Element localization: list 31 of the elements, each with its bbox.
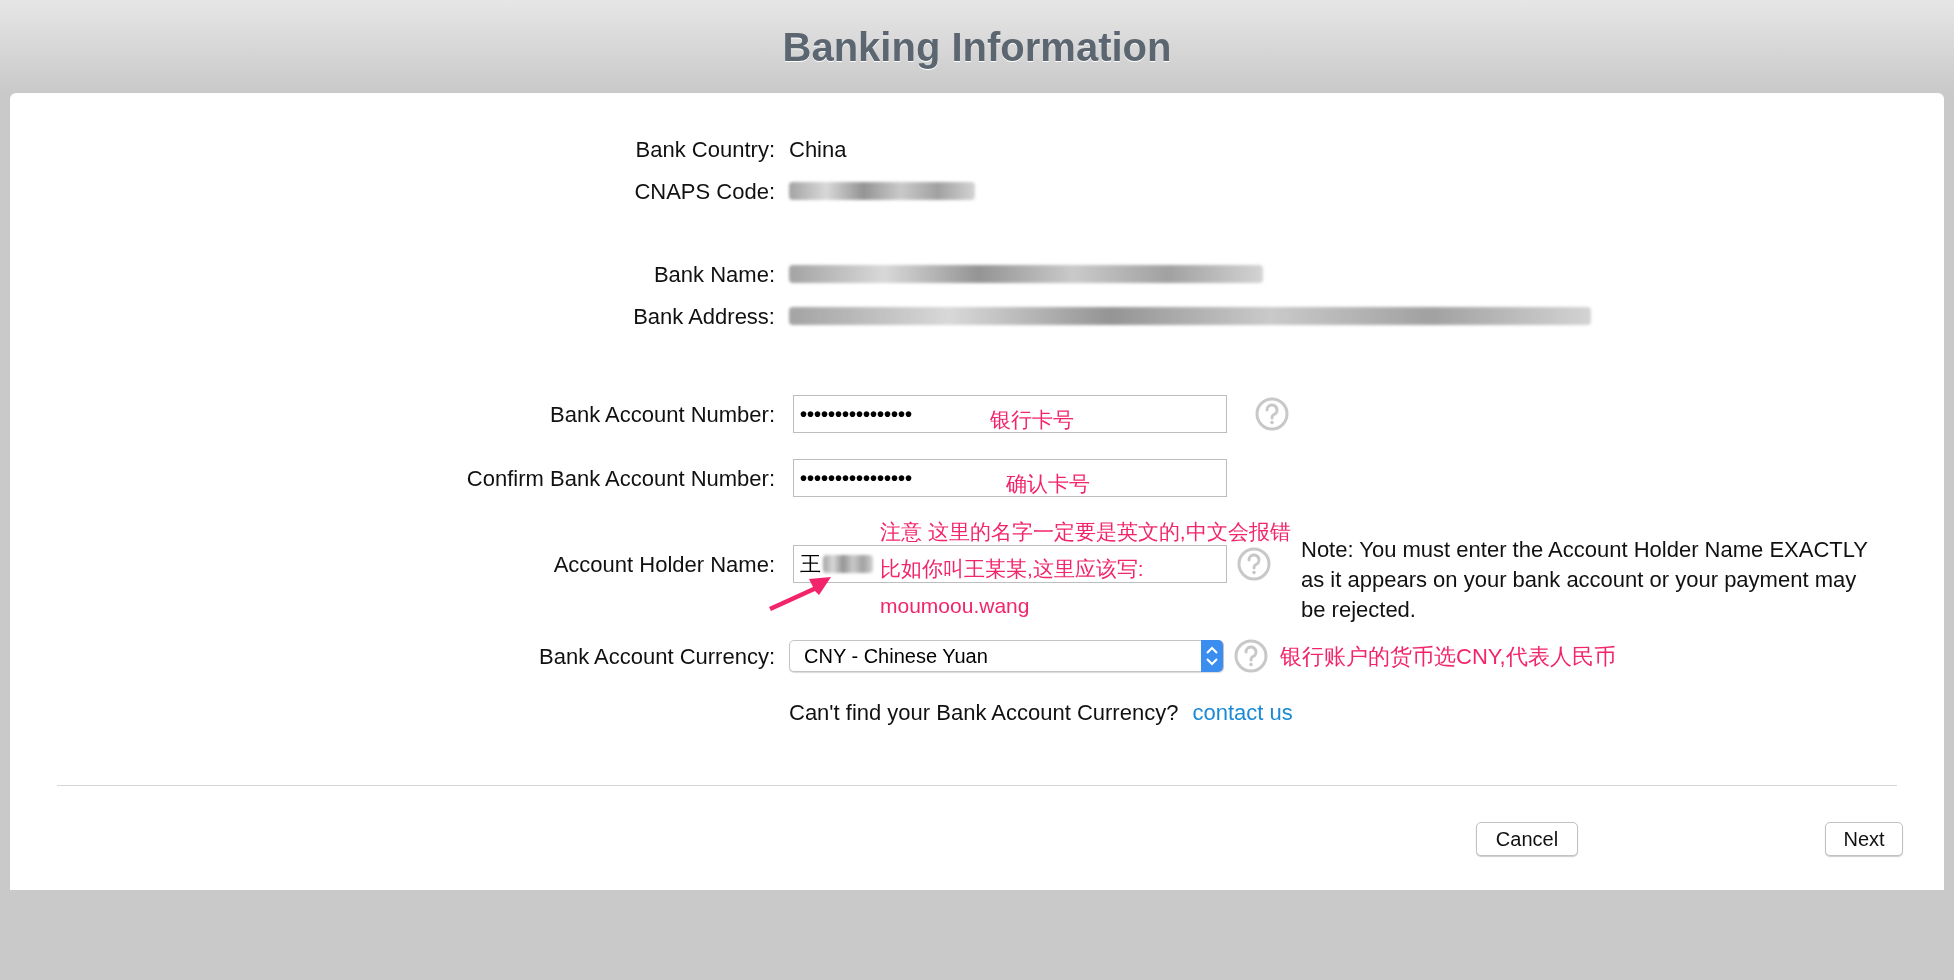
help-icon[interactable] [1237, 547, 1271, 581]
annotation: 银行卡号 [990, 407, 1074, 433]
password-field[interactable]: •••••••••••••••• 确认卡号 [793, 459, 1227, 497]
field-label: Confirm Bank Account Number: [466, 464, 775, 493]
help-icon[interactable] [1255, 397, 1289, 431]
page-title: Banking Information [782, 23, 1172, 71]
cancel-button[interactable]: Cancel [1476, 822, 1578, 856]
contact-link[interactable]: contact us [1192, 695, 1293, 729]
currency-select[interactable]: CNY - Chinese Yuan [789, 640, 1224, 672]
field-label: CNAPS Code: [634, 177, 775, 206]
field-label: Account Holder Name: [553, 550, 775, 579]
field-value: 王 [800, 551, 821, 578]
field-label: Bank Account Number: [550, 400, 775, 429]
note-text: Note: You must enter the Account Holder Name EXACTLY as it appears on your bank account or your payment may be rejected. [1301, 535, 1869, 624]
field-label: Bank Account Currency: [539, 642, 775, 671]
help-icon[interactable] [1234, 639, 1268, 673]
annotation: 银行账户的货币选CNY,代表人民币 [1280, 642, 1616, 671]
masked-value: •••••••••••••••• [800, 402, 913, 427]
masked-value: •••••••••••••••• [800, 466, 913, 491]
field-value: China [789, 135, 847, 164]
field-label: Bank Name: [653, 260, 775, 289]
field-label: Bank Country: [635, 135, 775, 164]
stepper-icon [1201, 640, 1223, 672]
password-field[interactable]: •••••••••••••••• 银行卡号 [793, 395, 1227, 433]
field-label: Bank Address: [633, 302, 775, 331]
annotation: moumoou.wang [880, 593, 1030, 619]
hint-text: Can't find your Bank Account Currency? [789, 698, 1179, 727]
next-button[interactable]: Next [1825, 822, 1903, 856]
annotation: 注意 这里的名字一定要是英文的,中文会报错 [880, 519, 1291, 545]
annotation: 比如你叫王某某,这里应该写: [880, 556, 1144, 582]
annotation: 确认卡号 [1006, 471, 1090, 497]
